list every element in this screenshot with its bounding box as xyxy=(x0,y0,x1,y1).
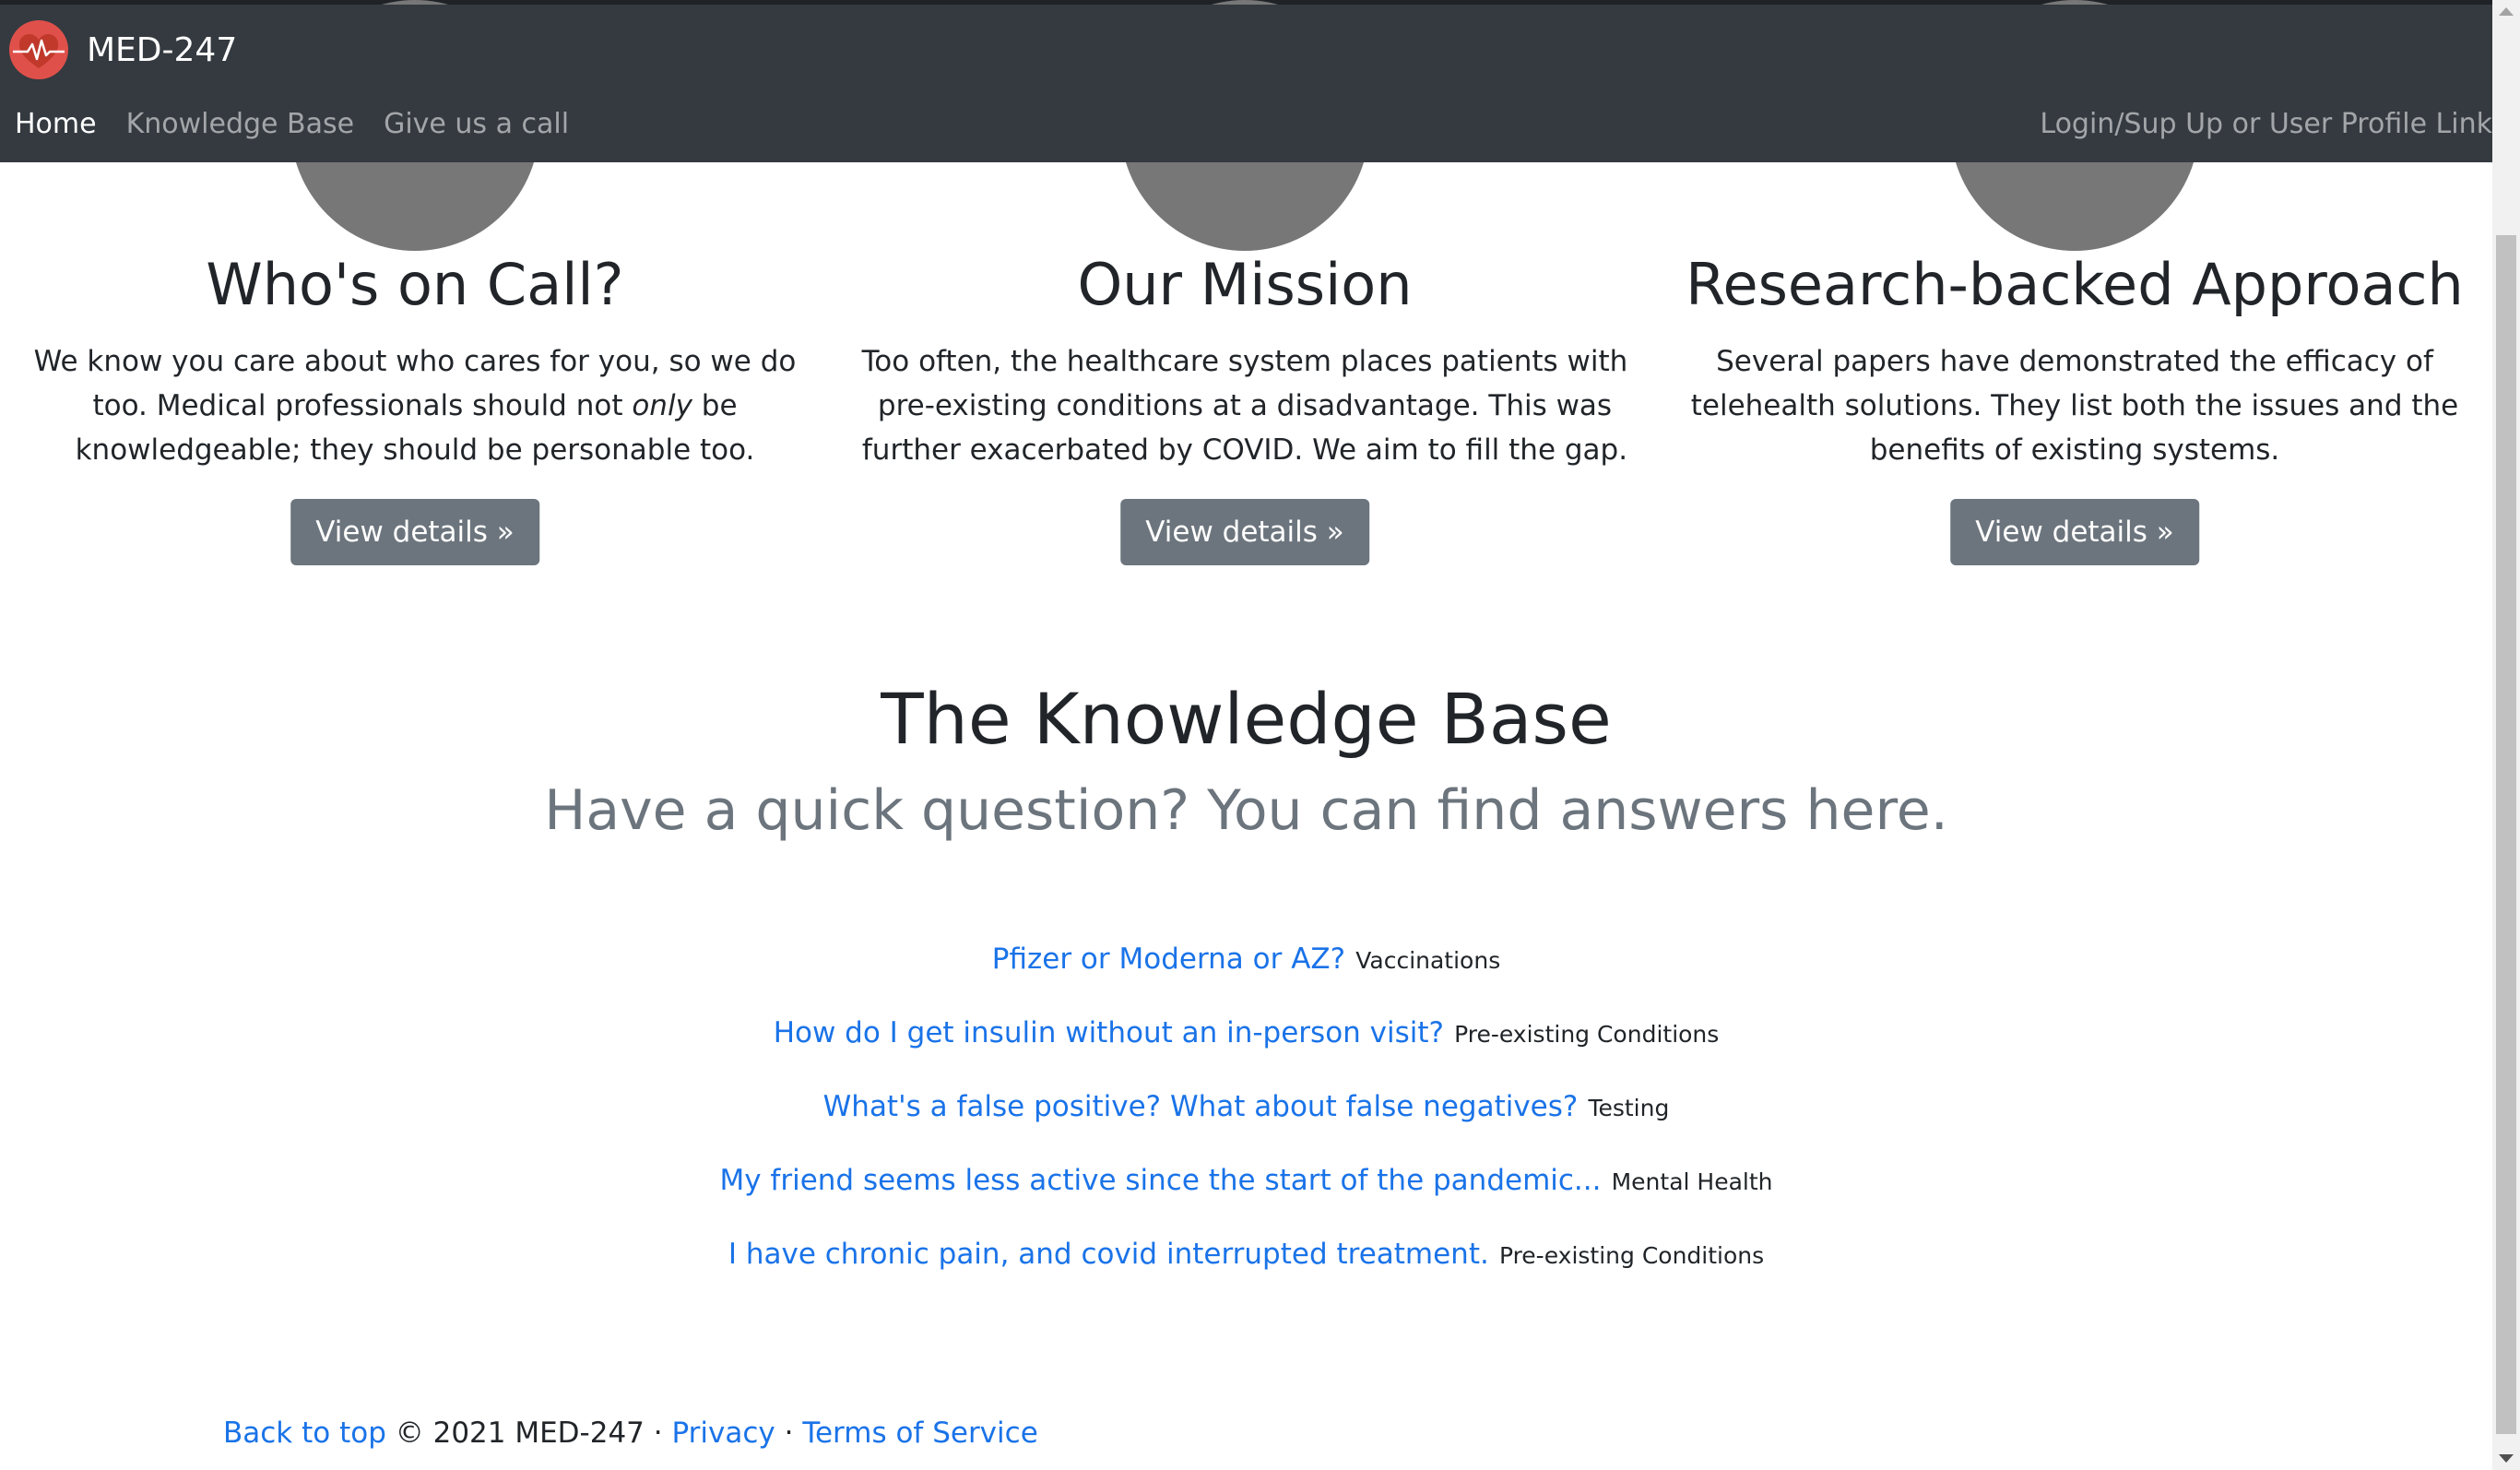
browser-viewport: Who's on Call? We know you care about wh… xyxy=(0,0,2520,1470)
kb-question-link[interactable]: How do I get insulin without an in-perso… xyxy=(774,1016,1444,1049)
privacy-link[interactable]: Privacy xyxy=(671,1417,775,1450)
kb-category-tag: Testing xyxy=(1588,1095,1670,1121)
list-item: How do I get insulin without an in-perso… xyxy=(0,1011,2492,1085)
list-item: What's a false positive? What about fals… xyxy=(0,1085,2492,1158)
scroll-up-arrow-icon[interactable] xyxy=(2499,7,2514,16)
feature-title: Who's on Call? xyxy=(206,251,624,318)
login-signup-link[interactable]: Login/Sup Up or User Profile Link xyxy=(2040,108,2492,140)
kb-category-tag: Pre-existing Conditions xyxy=(1454,1021,1720,1048)
nav-link-home[interactable]: Home xyxy=(15,108,97,140)
nav-links: Home Knowledge Base Give us a call xyxy=(15,108,569,140)
top-navbar: MED-247 Home Knowledge Base Give us a ca… xyxy=(0,5,2492,162)
knowledge-base-list: Pfizer or Moderna or AZ? Vaccinations Ho… xyxy=(0,937,2492,1306)
feature-description: We know you care about who cares for you… xyxy=(33,345,797,467)
scroll-down-arrow-icon[interactable] xyxy=(2499,1454,2514,1463)
view-details-button[interactable]: View details » xyxy=(1120,499,1369,565)
view-details-button[interactable]: View details » xyxy=(290,499,539,565)
back-to-top-link[interactable]: Back to top xyxy=(223,1417,386,1450)
brand-name: MED-247 xyxy=(87,30,238,69)
terms-of-service-link[interactable]: Terms of Service xyxy=(802,1417,1037,1450)
list-item: I have chronic pain, and covid interrupt… xyxy=(0,1232,2492,1306)
kb-question-link[interactable]: Pfizer or Moderna or AZ? xyxy=(992,942,1345,976)
brand[interactable]: MED-247 xyxy=(9,18,237,82)
view-details-button[interactable]: View details » xyxy=(1950,499,2199,565)
kb-question-link[interactable]: I have chronic pain, and covid interrupt… xyxy=(728,1238,1489,1271)
copyright-text: © 2021 MED-247 · xyxy=(395,1417,663,1450)
heart-pulse-logo-icon xyxy=(9,20,68,79)
vertical-scrollbar[interactable] xyxy=(2492,0,2520,1470)
feature-title: Our Mission xyxy=(1077,251,1413,318)
list-item: My friend seems less active since the st… xyxy=(0,1158,2492,1232)
list-item: Pfizer or Moderna or AZ? Vaccinations xyxy=(0,937,2492,1011)
knowledge-base-title: The Knowledge Base xyxy=(881,678,1612,760)
feature-title: Research-backed Approach xyxy=(1686,251,2464,318)
emphasis-text: only xyxy=(632,389,692,422)
nav-link-knowledge-base[interactable]: Knowledge Base xyxy=(126,108,355,140)
feature-description: Too often, the healthcare system places … xyxy=(861,345,1628,467)
kb-question-link[interactable]: What's a false positive? What about fals… xyxy=(823,1090,1579,1123)
kb-category-tag: Pre-existing Conditions xyxy=(1498,1242,1765,1269)
knowledge-base-subtitle: Have a quick question? You can find answ… xyxy=(544,778,1948,843)
page-footer: Back to top © 2021 MED-247 · Privacy · T… xyxy=(223,1417,1038,1450)
kb-category-tag: Vaccinations xyxy=(1355,947,1501,974)
kb-category-tag: Mental Health xyxy=(1611,1168,1773,1195)
nav-link-give-us-a-call[interactable]: Give us a call xyxy=(384,108,569,140)
feature-description: Several papers have demonstrated the eff… xyxy=(1690,345,2459,467)
scrollbar-thumb[interactable] xyxy=(2496,235,2516,1434)
kb-question-link[interactable]: My friend seems less active since the st… xyxy=(719,1164,1601,1197)
footer-separator: · xyxy=(784,1417,794,1450)
